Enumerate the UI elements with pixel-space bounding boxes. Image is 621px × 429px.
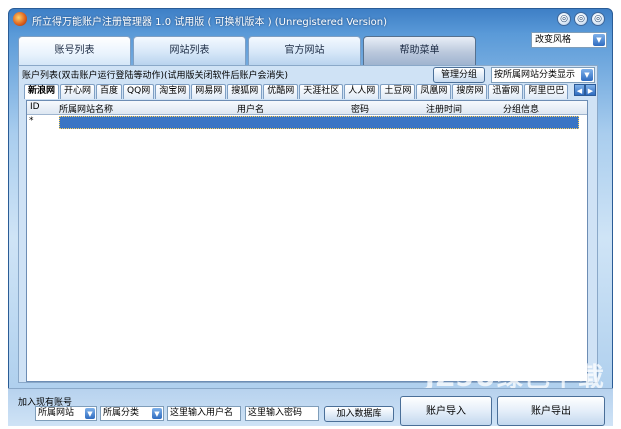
site-tab[interactable]: 天涯社区: [299, 84, 344, 99]
site-tab[interactable]: 优酷网: [263, 84, 299, 99]
style-select-value: 改变风格: [535, 35, 572, 45]
site-tab[interactable]: 迅雷网: [488, 84, 524, 99]
new-row-marker: *: [29, 116, 34, 126]
column-header[interactable]: 注册时间: [426, 102, 462, 115]
column-header[interactable]: 密码: [351, 102, 369, 115]
chevron-down-icon: ▼: [593, 34, 605, 46]
window-title: 所立得万能账户注册管理器 1.0 试用版 ( 可换机版本 ) (Unregist…: [32, 17, 388, 28]
site-tab[interactable]: 网易网: [191, 84, 227, 99]
chevron-down-icon: ▼: [581, 69, 593, 81]
site-tab[interactable]: 开心网: [60, 84, 96, 99]
site-tab[interactable]: 搜狐网: [227, 84, 263, 99]
category-combo-value: 所属分类: [103, 408, 140, 418]
username-input[interactable]: 这里输入用户名: [167, 406, 241, 421]
manage-group-button[interactable]: 管理分组: [433, 67, 485, 83]
site-tab[interactable]: 百度: [96, 84, 123, 99]
grid-header: ID 所属网站名称 用户名 密码 注册时间 分组信息: [27, 101, 587, 115]
chevron-down-icon: ▼: [152, 408, 162, 419]
close-button[interactable]: ◎: [591, 12, 605, 26]
column-header[interactable]: 用户名: [237, 102, 264, 115]
tab-site-list[interactable]: 网站列表: [133, 36, 246, 66]
column-header[interactable]: ID: [30, 102, 40, 112]
username-placeholder: 这里输入用户名: [170, 408, 234, 418]
site-tab[interactable]: 凤凰网: [416, 84, 452, 99]
column-header[interactable]: 所属网站名称: [59, 102, 113, 115]
tab-scroll-arrows: ◀ ▶: [574, 84, 596, 96]
site-combo-value: 所属网站: [38, 408, 75, 418]
export-accounts-button[interactable]: 账户导出: [497, 396, 605, 426]
tab-help-menu[interactable]: 帮助菜单: [363, 36, 476, 66]
sort-select-value: 按所属网站分类显示: [494, 70, 576, 80]
site-tab[interactable]: QQ网: [123, 84, 155, 99]
maximize-button[interactable]: ◎: [574, 12, 588, 26]
table-row[interactable]: *: [27, 116, 587, 129]
tab-account-list[interactable]: 账号列表: [18, 36, 131, 66]
account-list-hint: 账户列表(双击账户运行登陆等动作)(试用版关闭软件后账户会消失): [22, 71, 289, 81]
style-select[interactable]: 改变风格 ▼: [531, 32, 607, 48]
chevron-left-icon[interactable]: ◀: [574, 84, 585, 96]
site-tab[interactable]: 人人网: [344, 84, 380, 99]
chevron-right-icon[interactable]: ▶: [585, 84, 596, 96]
site-tab[interactable]: 新浪网: [24, 84, 60, 99]
column-header[interactable]: 分组信息: [503, 102, 539, 115]
site-combo[interactable]: 所属网站 ▼: [35, 406, 97, 421]
chevron-down-icon: ▼: [85, 408, 95, 419]
tab-official-site[interactable]: 官方网站: [248, 36, 361, 66]
site-tab-bar: 新浪网 开心网 百度 QQ网 淘宝网 网易网 搜狐网 优酷网 天涯社区 人人网 …: [24, 84, 572, 99]
add-to-database-button[interactable]: 加入数据库: [324, 406, 394, 422]
password-input[interactable]: 这里输入密码: [245, 406, 319, 421]
minimize-button[interactable]: ◎: [557, 12, 571, 26]
sort-select[interactable]: 按所属网站分类显示 ▼: [491, 67, 595, 83]
title-bar: 所立得万能账户注册管理器 1.0 试用版 ( 可换机版本 ) (Unregist…: [8, 8, 613, 30]
password-placeholder: 这里输入密码: [248, 408, 303, 418]
site-tab[interactable]: 阿里巴巴: [524, 84, 569, 99]
selected-cell[interactable]: [59, 116, 579, 129]
account-grid[interactable]: ID 所属网站名称 用户名 密码 注册时间 分组信息 *: [26, 100, 588, 382]
main-tab-bar: 账号列表 网站列表 官方网站 帮助菜单: [18, 36, 478, 66]
site-tab[interactable]: 土豆网: [380, 84, 416, 99]
category-combo[interactable]: 所属分类 ▼: [100, 406, 164, 421]
import-accounts-button[interactable]: 账户导入: [400, 396, 492, 426]
site-tab[interactable]: 淘宝网: [155, 84, 191, 99]
site-tab[interactable]: 搜房网: [452, 84, 488, 99]
app-icon: [13, 12, 27, 26]
